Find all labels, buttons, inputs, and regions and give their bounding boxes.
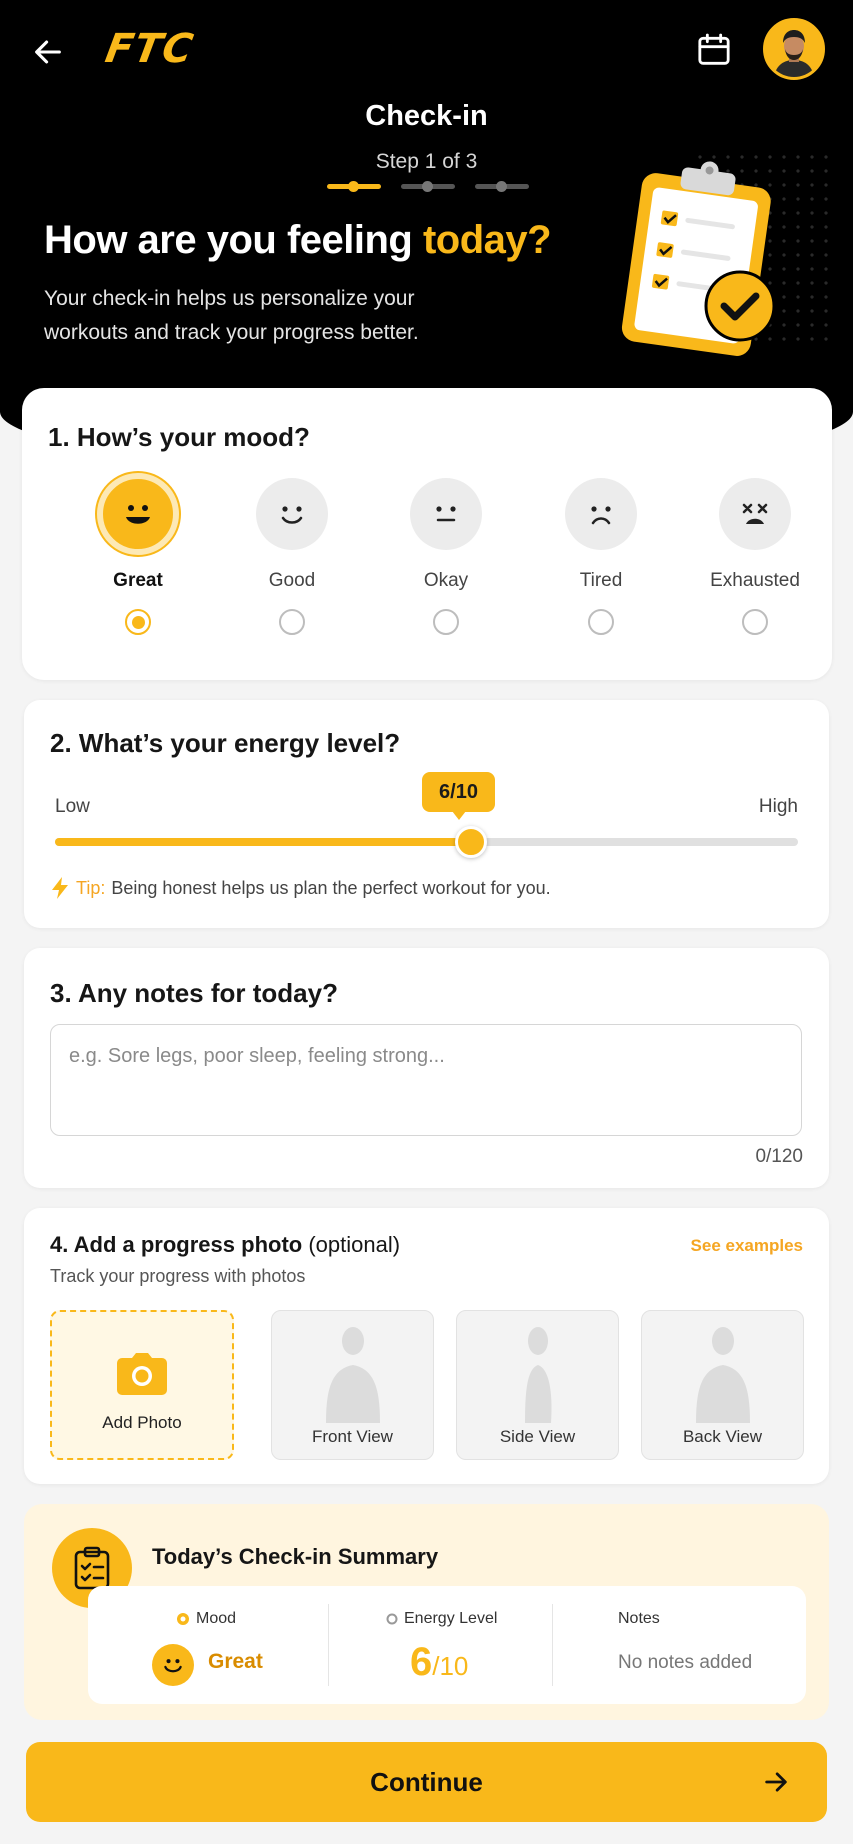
arrow-right-icon	[765, 1772, 787, 1792]
photo-card: 4. Add a progress photo (optional) See e…	[24, 1208, 829, 1484]
dizzy-face-icon	[719, 478, 791, 550]
summary-mood-header: Mood	[176, 1610, 236, 1628]
energy-title: 2. What’s your energy level?	[50, 728, 401, 758]
step-1-indicator	[327, 181, 381, 192]
energy-value-bubble: 6/10	[422, 772, 495, 820]
photo-subtitle: Track your progress with photos	[50, 1266, 306, 1286]
camera-icon	[117, 1353, 167, 1395]
mood-option-tired[interactable]: Tired	[531, 478, 671, 635]
body-side-icon	[525, 1327, 552, 1423]
notes-title: 3. Any notes for today?	[50, 978, 338, 1008]
energy-high-label: High	[758, 796, 798, 817]
summary-notes-value: No notes added	[618, 1652, 753, 1673]
page-title: Check-in	[365, 100, 488, 132]
step-2-indicator	[401, 181, 455, 192]
add-photo-button[interactable]: Add Photo	[50, 1310, 234, 1460]
back-view-label: Back View	[682, 1427, 763, 1446]
step-progress	[327, 181, 529, 192]
mood-label-great: Great	[113, 570, 163, 591]
neutral-face-icon	[410, 478, 482, 550]
smile-face-icon	[256, 478, 328, 550]
mood-label-exhausted: Exhausted	[710, 570, 800, 591]
continue-button[interactable]: Continue	[26, 1742, 827, 1822]
notes-char-counter: 0/120	[755, 1146, 803, 1167]
body-front-icon	[326, 1327, 380, 1423]
mood-radio-okay[interactable]	[433, 609, 459, 635]
summary-notes-header: Notes	[618, 1610, 660, 1628]
photo-title-main: 4. Add a progress photo	[50, 1232, 303, 1257]
summary-mood-value: Great	[208, 1650, 263, 1673]
mood-option-great[interactable]: Great	[68, 473, 208, 635]
summary-notes-label: Notes	[618, 1610, 660, 1627]
side-view-label: Side View	[499, 1427, 576, 1446]
front-view-slot[interactable]: Front View	[271, 1310, 434, 1460]
mood-radio-great[interactable]	[125, 609, 151, 635]
summary-card: Today’s Check-in Summary Mood Great Ener…	[24, 1504, 829, 1720]
mood-label-tired: Tired	[579, 570, 623, 591]
summary-grin-face-icon	[152, 1644, 194, 1686]
mood-label-good: Good	[268, 570, 316, 591]
see-examples-link[interactable]: See examples	[691, 1236, 803, 1256]
add-photo-label: Add Photo	[102, 1413, 182, 1432]
back-view-slot[interactable]: Back View	[641, 1310, 804, 1460]
clipboard-illustration-icon	[621, 161, 776, 356]
avatar[interactable]	[763, 18, 825, 80]
notes-input[interactable]: e.g. Sore legs, poor sleep, feeling stro…	[50, 1024, 802, 1136]
body-back-icon	[696, 1327, 750, 1423]
lightning-icon	[52, 877, 68, 899]
energy-tip: Tip: Being honest helps us plan the perf…	[50, 876, 551, 900]
energy-slider[interactable]	[55, 826, 798, 858]
headline-main: How are you feeling	[44, 218, 423, 262]
summary-energy-label: Energy Level	[404, 1610, 498, 1627]
summary-divider	[328, 1604, 329, 1686]
back-button[interactable]	[28, 32, 68, 72]
summary-energy-number: 6	[410, 1640, 433, 1684]
mood-label-okay: Okay	[423, 570, 469, 591]
header-subtitle: Your check-in helps us personalize your …	[44, 287, 419, 344]
mood-option-good[interactable]: Good	[222, 478, 362, 635]
front-view-label: Front View	[312, 1427, 393, 1446]
dot-outline-icon	[386, 1613, 398, 1625]
mood-radio-good[interactable]	[279, 609, 305, 635]
summary-energy-max: /10	[432, 1651, 469, 1681]
calendar-button[interactable]	[694, 30, 734, 70]
arrow-left-icon	[35, 40, 61, 64]
continue-label: Continue	[370, 1766, 483, 1797]
tip-key: Tip:	[76, 877, 106, 898]
headline-accent: today?	[422, 218, 552, 262]
side-view-slot[interactable]: Side View	[456, 1310, 619, 1460]
notes-card: 3. Any notes for today? e.g. Sore legs, …	[24, 948, 829, 1188]
summary-energy-value: 6/10	[410, 1640, 468, 1685]
frown-face-icon	[565, 478, 637, 550]
summary-details: Mood Great Energy Level 6/10 Notes No no…	[88, 1586, 806, 1704]
dot-filled-icon	[177, 1613, 189, 1625]
summary-divider	[552, 1604, 553, 1686]
summary-mood-label: Mood	[196, 1610, 237, 1627]
photo-title-optional: (optional)	[302, 1232, 401, 1257]
mood-radio-exhausted[interactable]	[742, 609, 768, 635]
energy-slider-fill	[55, 838, 472, 846]
photo-title: 4. Add a progress photo (optional)	[50, 1232, 400, 1258]
energy-slider-thumb[interactable]	[455, 826, 488, 858]
mood-card: 1. How’s your mood? Great Good Okay Tire…	[22, 388, 832, 680]
mood-option-okay[interactable]: Okay	[376, 478, 516, 635]
energy-card: 2. What’s your energy level? Low High 6/…	[24, 700, 829, 928]
calendar-icon	[698, 33, 730, 65]
grin-face-icon	[97, 473, 179, 555]
step-3-indicator	[475, 181, 529, 192]
user-avatar-icon	[766, 21, 822, 77]
mood-title: 1. How’s your mood?	[48, 422, 310, 452]
summary-title: Today’s Check-in Summary	[152, 1544, 439, 1569]
tip-text: Being honest helps us plan the perfect w…	[111, 877, 551, 898]
summary-energy-header: Energy Level	[386, 1610, 497, 1628]
mood-radio-tired[interactable]	[588, 609, 614, 635]
headline: How are you feeling today?	[44, 218, 552, 263]
mood-option-exhausted[interactable]: Exhausted	[685, 478, 825, 635]
app-logo: FTC	[101, 26, 198, 72]
energy-low-label: Low	[55, 796, 90, 817]
